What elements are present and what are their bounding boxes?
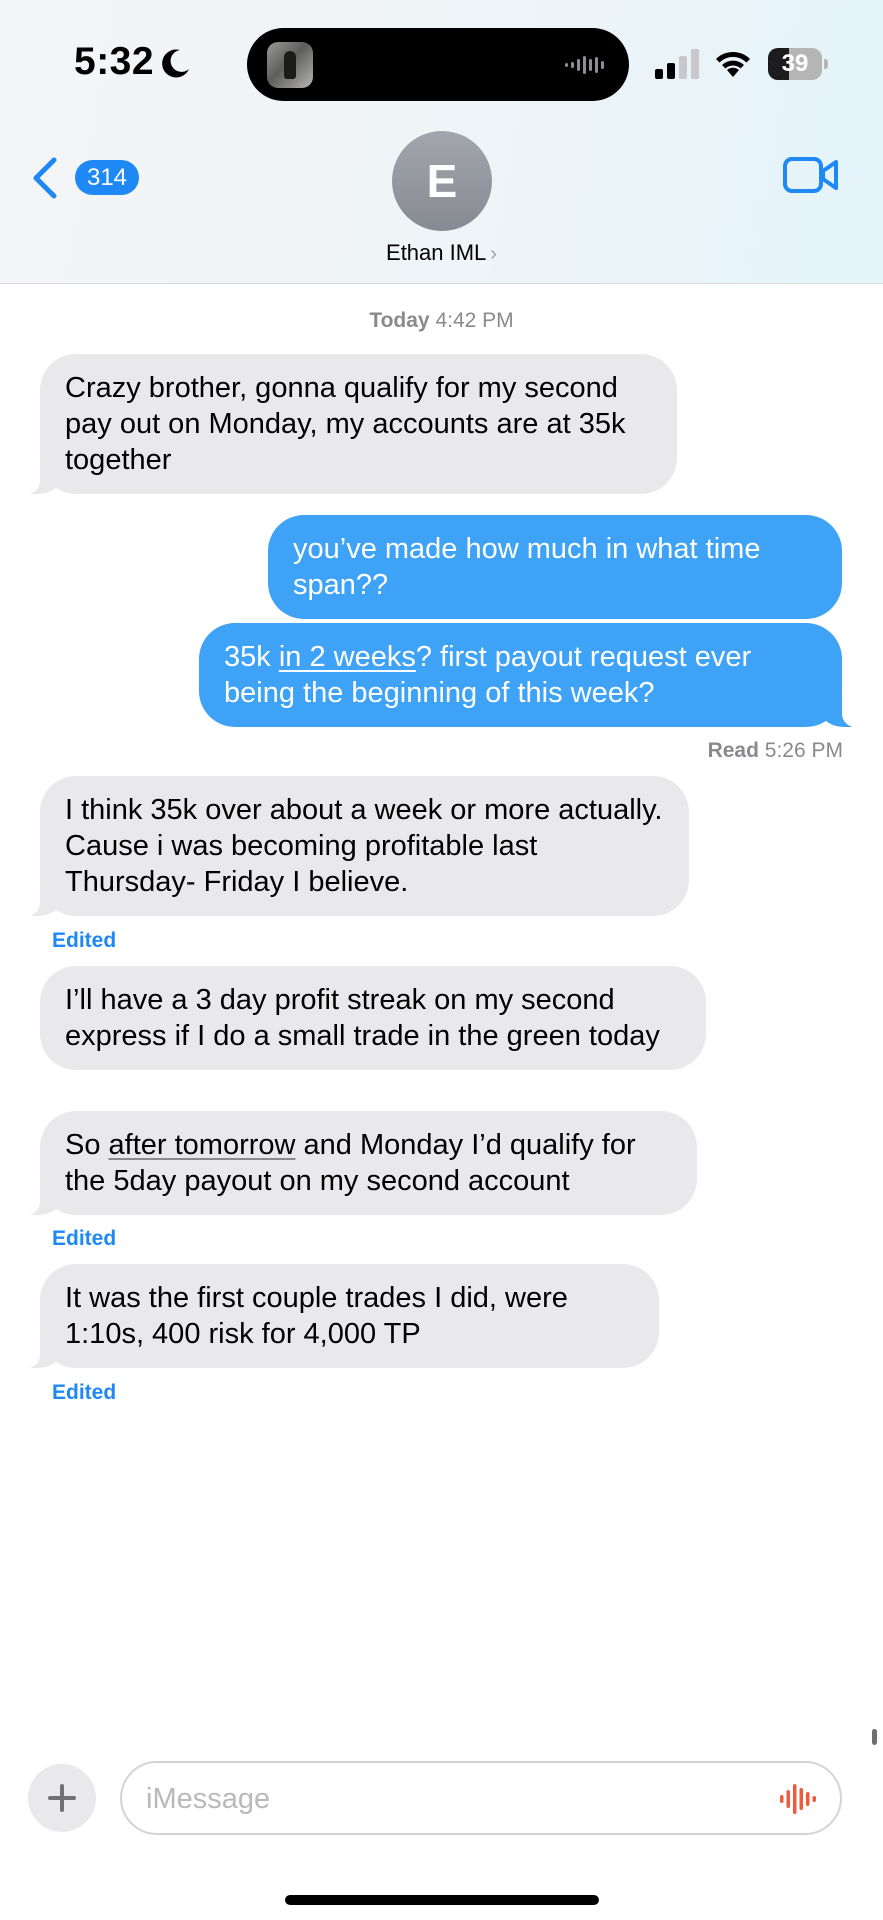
- status-time: 5:32: [74, 40, 155, 83]
- audio-waveform-icon[interactable]: [780, 1782, 816, 1816]
- message-bubble-outgoing[interactable]: 35k in 2 weeks? first payout request eve…: [199, 623, 866, 728]
- dynamic-island[interactable]: [247, 28, 629, 101]
- battery-level: 39: [781, 50, 809, 77]
- message-bubble-outgoing[interactable]: you’ve made how much in what time span??: [268, 515, 842, 619]
- message-bubble-incoming[interactable]: I’ll have a 3 day profit streak on my se…: [40, 966, 706, 1070]
- scroll-indicator[interactable]: [872, 1729, 877, 1745]
- wifi-icon: [716, 51, 750, 77]
- audio-waveform-icon: [565, 56, 604, 74]
- video-camera-icon[interactable]: [783, 156, 839, 194]
- message-text: It was the first couple trades I did, we…: [65, 1282, 568, 1350]
- contact-avatar[interactable]: E: [392, 131, 492, 231]
- message-text: you’ve made how much in what time span??: [293, 533, 761, 601]
- edited-label[interactable]: Edited: [52, 1381, 116, 1405]
- edited-label[interactable]: Edited: [52, 1227, 116, 1251]
- message-text: I’ll have a 3 day profit streak on my se…: [65, 984, 660, 1052]
- message-text: Crazy brother, gonna qualify for my seco…: [65, 372, 626, 476]
- message-bubble-incoming[interactable]: I think 35k over about a week or more ac…: [16, 776, 689, 917]
- contact-name[interactable]: Ethan IML ›: [300, 240, 583, 266]
- battery-icon: 39: [768, 48, 828, 80]
- now-playing-thumbnail: [267, 42, 313, 88]
- edited-label[interactable]: Edited: [52, 929, 116, 953]
- chevron-left-icon: [33, 157, 57, 199]
- message-text: So: [65, 1129, 109, 1161]
- thread-timestamp: Today 4:42 PM: [0, 309, 883, 333]
- message-bubble-incoming[interactable]: So after tomorrow and Monday I’d qualify…: [16, 1111, 697, 1216]
- chevron-right-icon: ›: [490, 243, 497, 265]
- message-text: 35k: [224, 641, 279, 673]
- cellular-signal-icon: [655, 49, 699, 79]
- moon-icon: [162, 49, 189, 78]
- plus-button[interactable]: [28, 1764, 96, 1832]
- date-link[interactable]: in 2 weeks: [279, 641, 416, 673]
- message-text: I think 35k over about a week or more ac…: [65, 794, 663, 898]
- contact-name-label: Ethan IML: [386, 240, 487, 265]
- conversation-header: 5:32 39 314 E Ethan IML ›: [0, 0, 883, 284]
- read-time: 5:26 PM: [764, 739, 843, 762]
- back-button[interactable]: 314: [30, 152, 150, 202]
- plus-icon: [48, 1784, 76, 1812]
- read-label: Read: [707, 739, 759, 762]
- unread-count-badge: 314: [75, 160, 139, 195]
- message-input-field[interactable]: [120, 1761, 842, 1835]
- message-bubble-incoming[interactable]: Crazy brother, gonna qualify for my seco…: [16, 354, 677, 495]
- message-bubble-incoming[interactable]: It was the first couple trades I did, we…: [16, 1264, 659, 1369]
- home-indicator[interactable]: [285, 1895, 599, 1905]
- timestamp-time: 4:42 PM: [435, 309, 514, 332]
- date-link[interactable]: after tomorrow: [109, 1129, 296, 1161]
- read-receipt: Read 5:26 PM: [708, 739, 843, 763]
- timestamp-day: Today: [369, 309, 430, 332]
- message-input[interactable]: [146, 1775, 746, 1823]
